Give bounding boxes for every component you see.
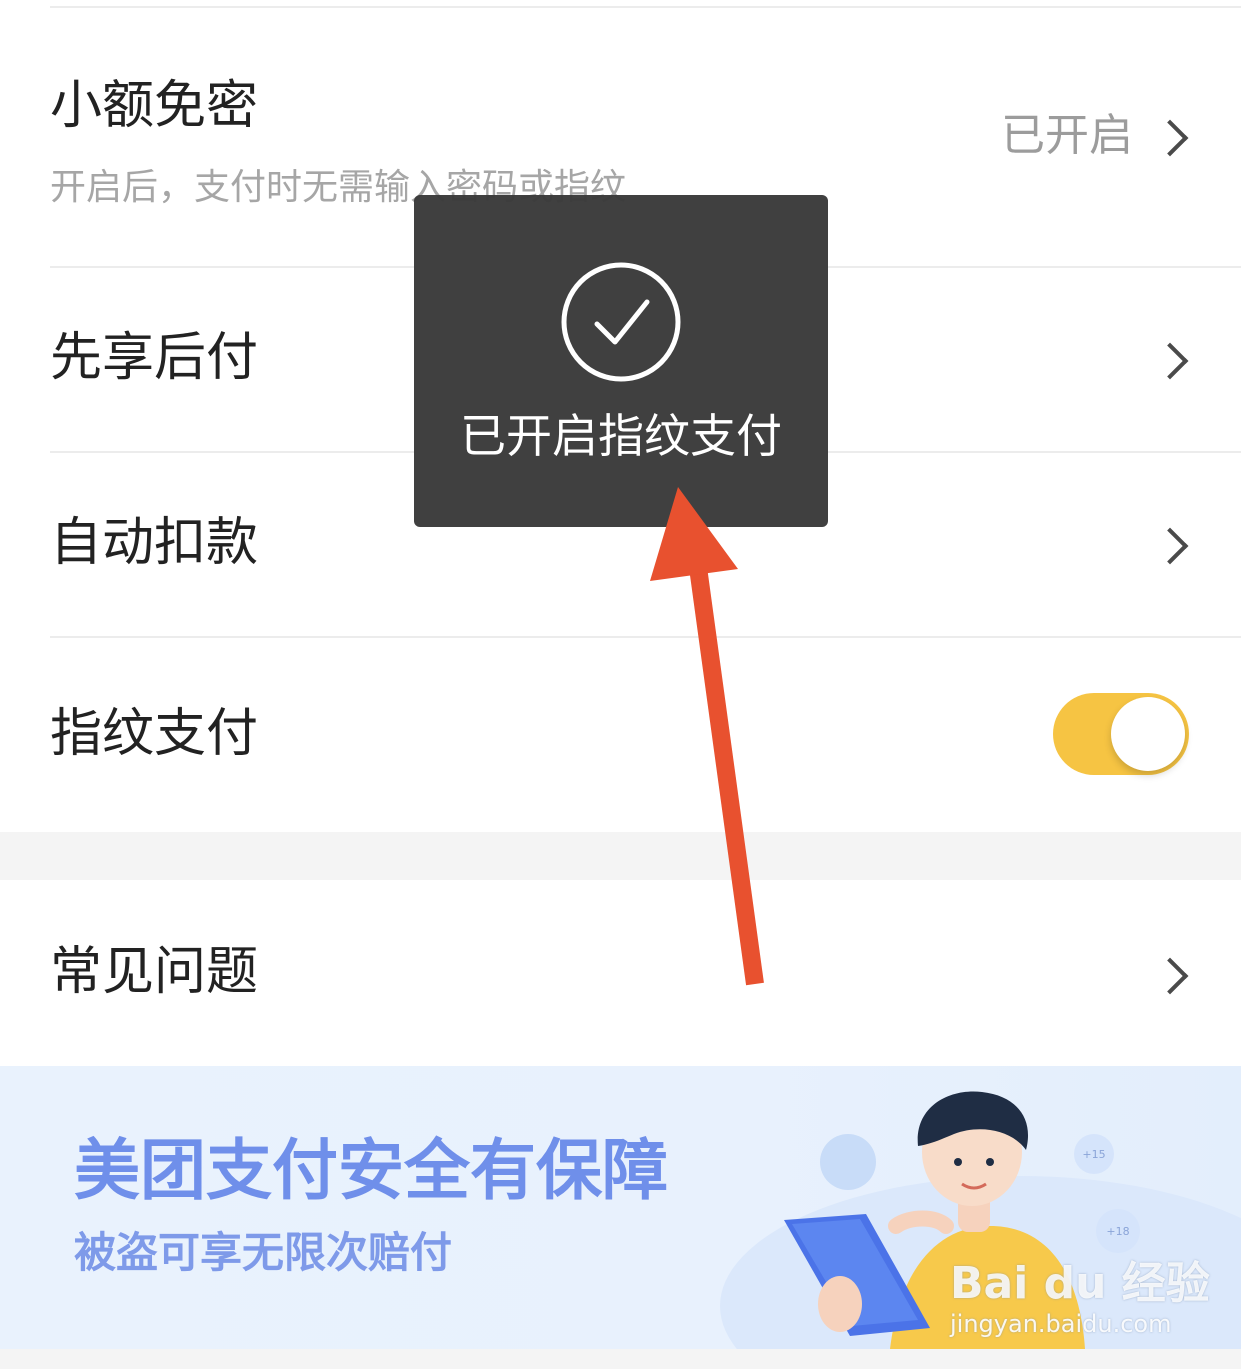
baidu-jingyan-watermark: Bai du 经验 jingyan.baidu.com	[950, 1258, 1210, 1338]
toast-notification: 已开启指纹支付	[414, 195, 828, 527]
toast-message: 已开启指纹支付	[460, 409, 782, 463]
watermark-brand: Bai du 经验	[950, 1258, 1210, 1309]
chevron-right-icon	[1151, 957, 1189, 995]
row-title: 指纹支付	[50, 704, 259, 764]
chevron-right-icon	[1151, 527, 1189, 565]
chevron-right-icon	[1151, 119, 1189, 157]
banner-subline: 被盗可享无限次赔付	[74, 1228, 453, 1277]
banner-headline: 美团支付安全有保障	[74, 1132, 668, 1209]
section-gap	[0, 832, 1241, 880]
bottom-strip	[0, 1349, 1241, 1369]
fingerprint-pay-toggle[interactable]	[1053, 693, 1189, 775]
toggle-knob	[1111, 697, 1185, 771]
payment-settings-page: 小额免密 开启后，支付时无需输入密码或指纹 已开启 先享后付 自动扣款 指纹支付…	[0, 0, 1241, 1369]
row-status-value: 已开启	[1001, 110, 1133, 161]
row-title: 小额免密	[50, 76, 259, 136]
coin-label-2: +18	[1106, 1225, 1129, 1238]
row-title: 常见问题	[50, 942, 259, 1002]
coin-label-1: +15	[1082, 1148, 1105, 1161]
watermark-url: jingyan.baidu.com	[950, 1310, 1172, 1338]
chevron-right-icon	[1151, 342, 1189, 380]
row-title: 先享后付	[50, 328, 259, 388]
check-circle-icon	[561, 262, 681, 382]
row-title: 自动扣款	[50, 513, 259, 573]
row-faq[interactable]: 常见问题	[0, 880, 1241, 1066]
